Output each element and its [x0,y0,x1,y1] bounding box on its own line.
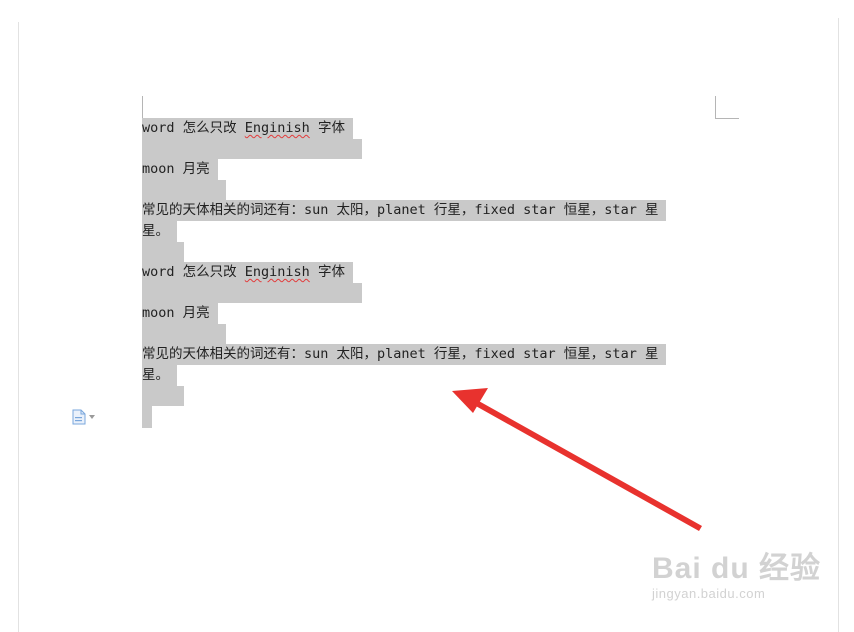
annotation-arrow [452,388,702,531]
watermark-url: jingyan.baidu.com [652,586,766,601]
watermark: Bai du 经验 jingyan.baidu.com [652,552,822,616]
watermark-logo-text: Bai du 经验 [652,552,822,585]
